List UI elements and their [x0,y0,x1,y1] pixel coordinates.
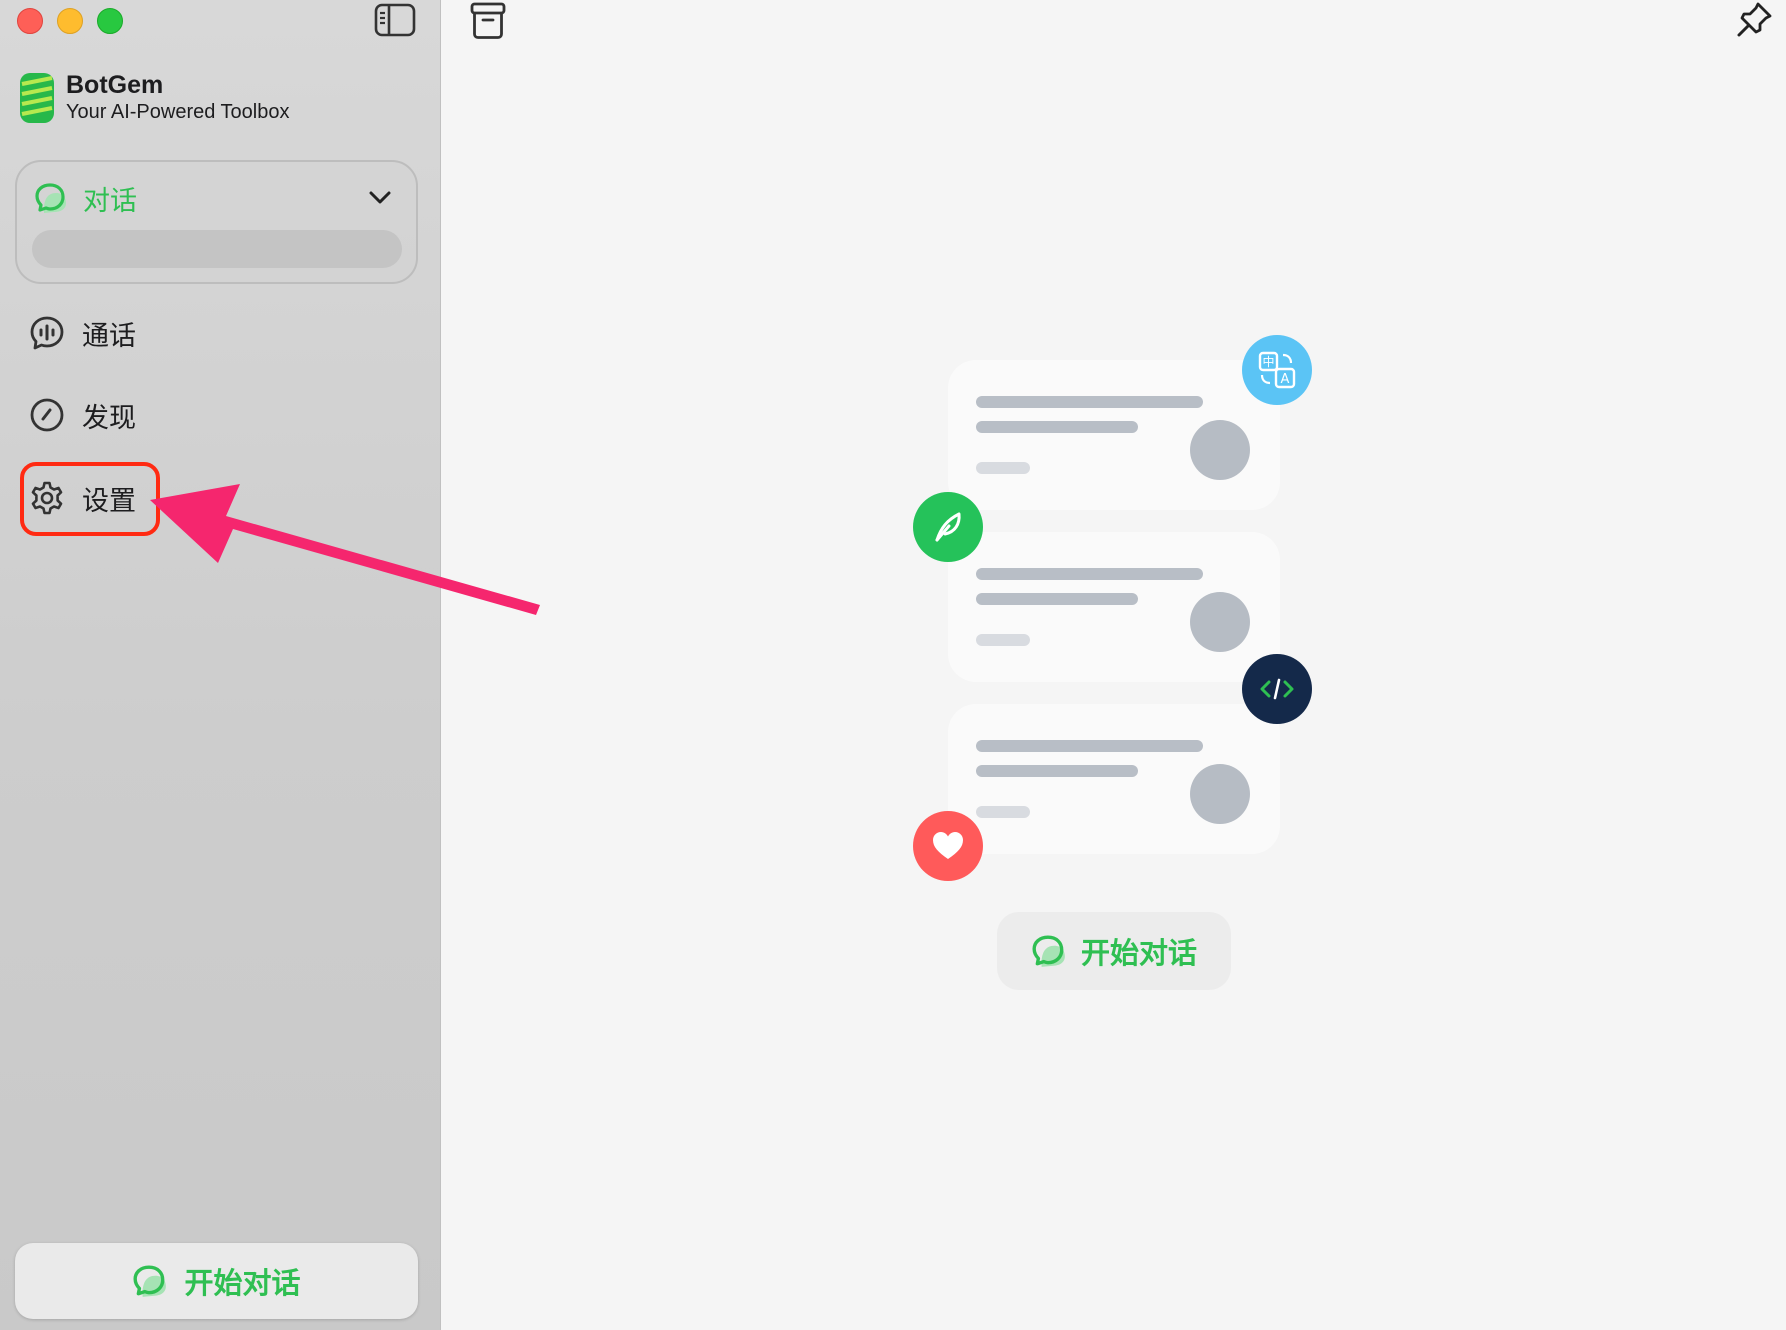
voice-call-icon [30,316,64,350]
botgem-logo-icon [20,73,54,123]
sidebar-item-label: 通话 [82,320,136,352]
chat-bubble-icon [1032,935,1065,967]
gear-icon [31,481,63,515]
chevron-down-icon[interactable] [366,184,394,212]
sidebar-item-label: 发现 [82,402,136,434]
pin-icon[interactable] [1734,0,1774,40]
sidebar-item-discover[interactable]: 发现 [28,390,136,440]
translate-icon: 中 A [1242,335,1312,405]
window-zoom-button[interactable] [97,8,123,34]
brand: BotGem Your AI-Powered Toolbox [20,70,290,124]
brand-name: BotGem [66,71,164,99]
main-start-chat-button[interactable]: 开始对话 [997,912,1231,990]
window-minimize-button[interactable] [57,8,83,34]
sidebar-item-call[interactable]: 通话 [28,308,136,358]
svg-text:中: 中 [1262,354,1274,369]
sidebar: BotGem Your AI-Powered Toolbox 对话 通话 发现 … [0,0,441,1330]
window-close-button[interactable] [17,8,43,34]
illustration-message-card [948,532,1280,682]
chat-section-header[interactable]: 对话 [17,176,416,220]
sidebar-toggle-icon[interactable] [374,2,416,38]
code-icon [1242,654,1312,724]
archive-icon[interactable] [467,0,509,42]
sidebar-start-chat-button[interactable]: 开始对话 [15,1243,418,1319]
sidebar-item-settings[interactable]: 设置 [28,473,136,523]
start-chat-label: 开始对话 [184,1266,301,1300]
sidebar-item-label: 设置 [82,485,136,517]
feather-icon [913,492,983,562]
start-chat-label: 开始对话 [1080,936,1197,970]
chat-search-placeholder-bar[interactable] [32,230,402,268]
illustration-message-card [948,360,1280,510]
chat-bubble-icon [133,1265,167,1297]
heart-icon [913,811,983,881]
chat-bubble-icon [35,183,66,213]
compass-icon [30,398,64,432]
brand-tagline: Your AI-Powered Toolbox [66,101,290,123]
chat-section: 对话 [15,160,418,284]
illustration-message-card [948,704,1280,854]
svg-text:A: A [1281,372,1290,387]
chat-section-label: 对话 [83,185,137,217]
